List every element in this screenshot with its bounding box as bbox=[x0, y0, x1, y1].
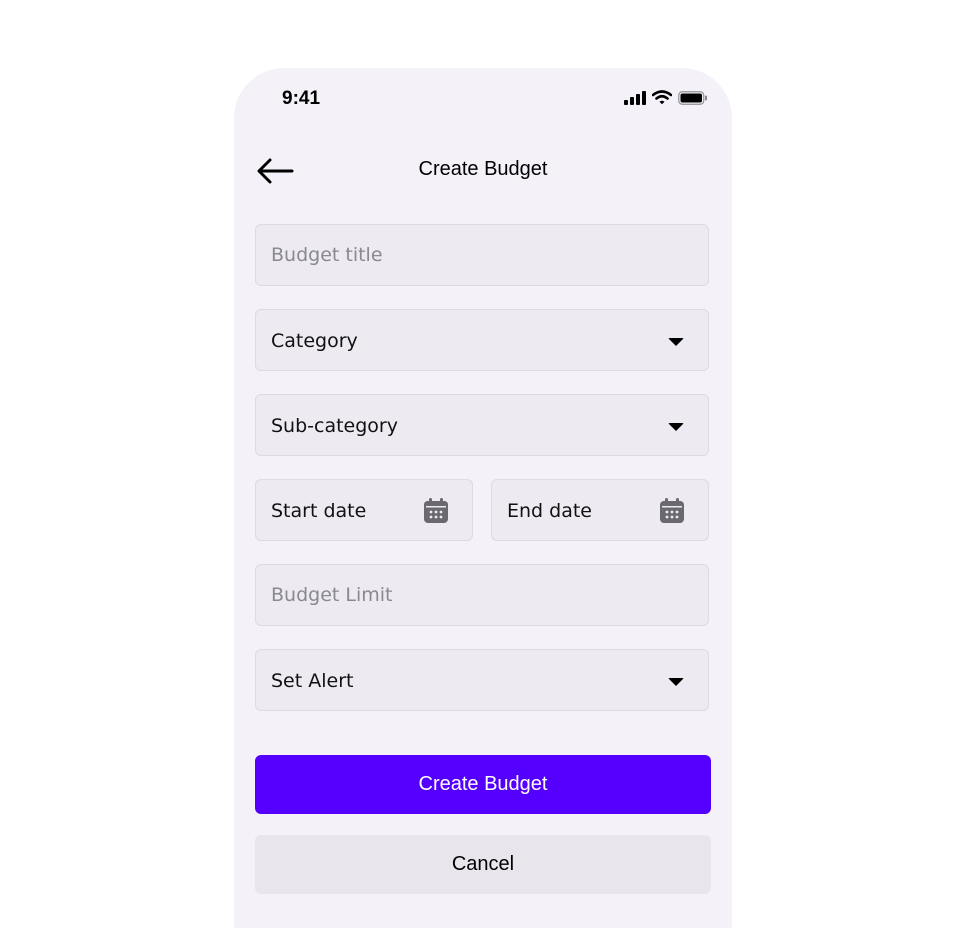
category-select[interactable]: Category bbox=[255, 309, 709, 371]
budget-limit-field[interactable] bbox=[255, 564, 709, 626]
subcategory-label: Sub-category bbox=[271, 415, 398, 437]
budget-title-field[interactable] bbox=[255, 224, 709, 286]
category-label: Category bbox=[271, 330, 358, 352]
caret-down-icon bbox=[668, 678, 684, 686]
phone-screen: 9:41 Create Budget Budget title Category… bbox=[234, 68, 732, 928]
signal-icon bbox=[624, 90, 646, 105]
caret-down-icon bbox=[668, 338, 684, 346]
start-date-field[interactable]: Start date bbox=[255, 479, 473, 541]
status-icons bbox=[624, 90, 708, 105]
cancel-button[interactable]: Cancel bbox=[255, 835, 711, 894]
status-bar: 9:41 bbox=[234, 68, 732, 130]
subcategory-select[interactable]: Sub-category bbox=[255, 394, 709, 456]
page-title: Create Budget bbox=[418, 158, 548, 180]
wifi-icon bbox=[652, 90, 672, 105]
calendar-icon bbox=[424, 498, 448, 523]
budget-title-input[interactable] bbox=[256, 225, 708, 285]
budget-limit-input[interactable] bbox=[256, 565, 708, 625]
end-date-field[interactable]: End date bbox=[491, 479, 709, 541]
battery-icon bbox=[678, 90, 707, 105]
create-budget-button[interactable]: Create Budget bbox=[255, 755, 711, 814]
header: Create Budget bbox=[234, 146, 732, 196]
set-alert-select[interactable]: Set Alert bbox=[255, 649, 709, 711]
start-date-label: Start date bbox=[271, 500, 367, 522]
calendar-icon bbox=[660, 498, 684, 523]
end-date-label: End date bbox=[507, 500, 592, 522]
caret-down-icon bbox=[668, 423, 684, 431]
set-alert-label: Set Alert bbox=[271, 670, 354, 692]
status-time: 9:41 bbox=[282, 88, 321, 109]
